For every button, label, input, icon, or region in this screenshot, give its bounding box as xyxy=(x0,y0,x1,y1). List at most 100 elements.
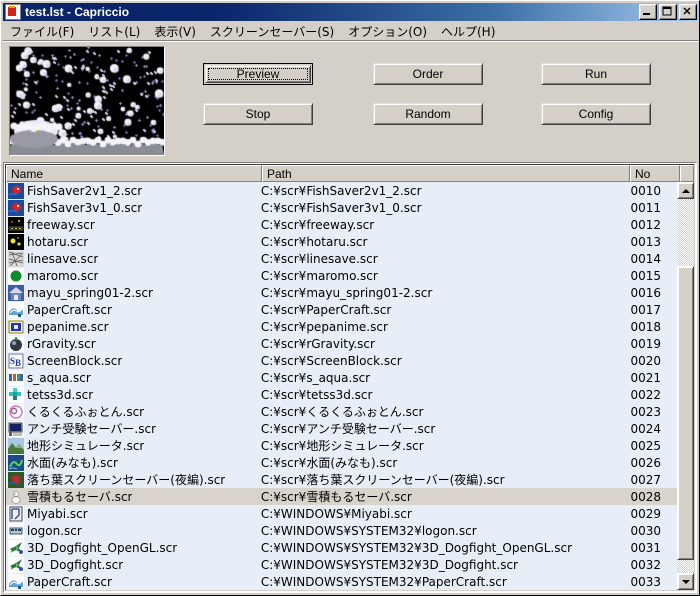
cell-no: 0025 xyxy=(630,438,661,453)
file-name: アンチ受験セーバー.scr xyxy=(27,422,156,436)
table-row[interactable]: pepanime.scr C:¥scr¥pepanime.scr 0018 xyxy=(6,318,677,335)
menu-view[interactable]: 表示(V) xyxy=(147,22,203,41)
spiral-icon xyxy=(8,403,24,420)
water-icon xyxy=(8,454,24,471)
menu-screensaver[interactable]: スクリーンセーバー(S) xyxy=(203,22,341,41)
screensaver-preview[interactable] xyxy=(9,46,165,156)
table-row[interactable]: FishSaver3v1_0.scr C:¥scr¥FishSaver3v1_0.… xyxy=(6,199,677,216)
cell-no: 0014 xyxy=(630,251,661,266)
snow-icon xyxy=(8,489,24,505)
file-name: 落ち葉スクリーンセーバー(夜編).scr xyxy=(27,473,226,487)
random-button[interactable]: Random xyxy=(373,103,483,125)
cell-name: pepanime.scr xyxy=(6,318,261,335)
table-row[interactable]: maromo.scr C:¥scr¥maromo.scr 0015 xyxy=(6,267,677,284)
firefly-icon xyxy=(8,233,24,250)
pepanime-icon xyxy=(8,318,24,335)
cell-no: 0010 xyxy=(630,183,661,198)
cell-name: アンチ受験セーバー.scr xyxy=(6,420,261,437)
table-row[interactable]: 落ち葉スクリーンセーバー(夜編).scr C:¥scr¥落ち葉スクリーンセーバー(… xyxy=(6,471,677,488)
file-name: PaperCraft.scr xyxy=(27,302,112,317)
table-row[interactable]: くるくるふぉとん.scr C:¥scr¥くるくるふぉとん.scr 0023 xyxy=(6,403,677,420)
run-button[interactable]: Run xyxy=(541,63,651,85)
file-name: logon.scr xyxy=(27,523,82,538)
table-row[interactable]: rGravity.scr C:¥scr¥rGravity.scr 0019 xyxy=(6,335,677,352)
sphere-icon xyxy=(8,335,24,352)
table-row[interactable]: s_aqua.scr C:¥scr¥s_aqua.scr 0021 xyxy=(6,369,677,386)
column-header-path[interactable]: Path xyxy=(262,165,630,182)
cell-path: C:¥WINDOWS¥SYSTEM32¥PaperCraft.scr xyxy=(260,574,507,589)
scroll-up-arrow-button[interactable] xyxy=(677,182,694,199)
green-circle-icon xyxy=(8,267,24,284)
column-header-name[interactable]: Name xyxy=(6,165,262,182)
maximize-button[interactable] xyxy=(659,4,677,20)
table-row[interactable]: 雪積もるセーバ.scr C:¥scr¥雪積もるセーバ.scr 0028 xyxy=(6,488,677,505)
close-button[interactable] xyxy=(679,4,697,20)
menu-help[interactable]: ヘルプ(H) xyxy=(434,22,502,41)
order-button[interactable]: Order xyxy=(373,63,483,85)
table-row[interactable]: PaperCraft.scr C:¥WINDOWS¥SYSTEM32¥PaperC… xyxy=(6,573,677,590)
table-row[interactable]: 地形シミュレータ.scr C:¥scr¥地形シミュレータ.scr 0025 xyxy=(6,437,677,454)
cell-path: C:¥scr¥地形シミュレータ.scr xyxy=(260,439,424,453)
table-row[interactable]: 水面(みなも).scr C:¥scr¥水面(みなも).scr 0026 xyxy=(6,454,677,471)
list-vertical-scrollbar[interactable] xyxy=(677,182,694,590)
list-header: Name Path No xyxy=(6,165,694,182)
cell-no: 0023 xyxy=(630,404,661,419)
menu-separator xyxy=(3,40,699,42)
file-name: 3D_Dogfight_OpenGL.scr xyxy=(27,540,178,555)
menu-bar: ファイル(F) リスト(L) 表示(V) スクリーンセーバー(S) オプション(… xyxy=(3,22,699,40)
cell-no: 0028 xyxy=(630,489,661,504)
screensaver-list: Name Path No FishSaver2v1_2.scr C:¥scr¥Fi… xyxy=(3,162,697,593)
table-row[interactable]: freeway.scr C:¥scr¥freeway.scr 0012 xyxy=(6,216,677,233)
column-header-no[interactable]: No xyxy=(630,165,680,182)
table-row[interactable]: hotaru.scr C:¥scr¥hotaru.scr 0013 xyxy=(6,233,677,250)
table-row[interactable]: FishSaver2v1_2.scr C:¥scr¥FishSaver2v1_2.… xyxy=(6,182,677,199)
cell-name: 落ち葉スクリーンセーバー(夜編).scr xyxy=(6,471,261,488)
cell-no: 0033 xyxy=(630,574,661,589)
menu-list[interactable]: リスト(L) xyxy=(81,22,147,41)
cell-path: C:¥scr¥FishSaver2v1_2.scr xyxy=(260,183,422,198)
table-row[interactable]: PaperCraft.scr C:¥scr¥PaperCraft.scr 0017 xyxy=(6,301,677,318)
cell-path: C:¥scr¥水面(みなも).scr xyxy=(260,456,398,470)
cell-name: logon.scr xyxy=(6,522,261,539)
house-icon xyxy=(8,284,24,301)
table-row[interactable]: アンチ受験セーバー.scr C:¥scr¥アンチ受験セーバー.scr 0024 xyxy=(6,420,677,437)
table-row[interactable]: S B ScreenBlock.scr C:¥scr¥ScreenBlock.scr 0… xyxy=(6,352,677,369)
scroll-down-arrow-icon xyxy=(681,579,690,584)
cell-path: C:¥scr¥s_aqua.scr xyxy=(260,370,371,385)
file-name: linesave.scr xyxy=(27,251,99,266)
cell-path: C:¥scr¥FishSaver3v1_0.scr xyxy=(260,200,422,215)
cell-no: 0013 xyxy=(630,234,661,249)
tetris-icon xyxy=(8,386,24,403)
table-row[interactable]: mayu_spring01-2.scr C:¥scr¥mayu_spring01-… xyxy=(6,284,677,301)
cell-name: FishSaver3v1_0.scr xyxy=(6,199,261,216)
table-row[interactable]: Miyabi.scr C:¥WINDOWS¥Miyabi.scr 0029 xyxy=(6,505,677,522)
scroll-down-arrow-button[interactable] xyxy=(677,573,694,590)
scrollbar-thumb[interactable] xyxy=(677,266,694,560)
table-row[interactable]: tetss3d.scr C:¥scr¥tetss3d.scr 0022 xyxy=(6,386,677,403)
fish-icon xyxy=(8,199,24,216)
cell-path: C:¥WINDOWS¥SYSTEM32¥logon.scr xyxy=(260,523,477,538)
cell-no: 0022 xyxy=(630,387,661,402)
miyabi-icon xyxy=(8,505,24,522)
cell-path: C:¥scr¥maromo.scr xyxy=(260,268,378,283)
leaf-icon xyxy=(8,471,24,488)
stop-button[interactable]: Stop xyxy=(203,103,313,125)
preview-button[interactable]: Preview xyxy=(203,63,313,85)
title-bar[interactable]: test.lst - Capriccio xyxy=(3,3,699,21)
table-row[interactable]: 3D_Dogfight.scr C:¥WINDOWS¥SYSTEM32¥3D_Do… xyxy=(6,556,677,573)
table-row[interactable]: 3D_Dogfight_OpenGL.scr C:¥WINDOWS¥SYSTEM3… xyxy=(6,539,677,556)
cell-no: 0027 xyxy=(630,472,661,487)
freeway-icon xyxy=(8,216,24,233)
cell-no: 0029 xyxy=(630,506,661,521)
minimize-button[interactable] xyxy=(639,4,657,20)
table-row[interactable]: linesave.scr C:¥scr¥linesave.scr 0014 xyxy=(6,250,677,267)
cell-name: くるくるふぉとん.scr xyxy=(6,403,261,420)
menu-options[interactable]: オプション(O) xyxy=(341,22,434,41)
config-button[interactable]: Config xyxy=(541,103,651,125)
menu-file[interactable]: ファイル(F) xyxy=(3,22,81,41)
table-row[interactable]: logon.scr C:¥WINDOWS¥SYSTEM32¥logon.scr 00… xyxy=(6,522,677,539)
cell-name: linesave.scr xyxy=(6,250,261,267)
cell-name: 3D_Dogfight.scr xyxy=(6,556,261,573)
cell-no: 0017 xyxy=(630,302,661,317)
cell-path: C:¥scr¥pepanime.scr xyxy=(260,319,388,334)
